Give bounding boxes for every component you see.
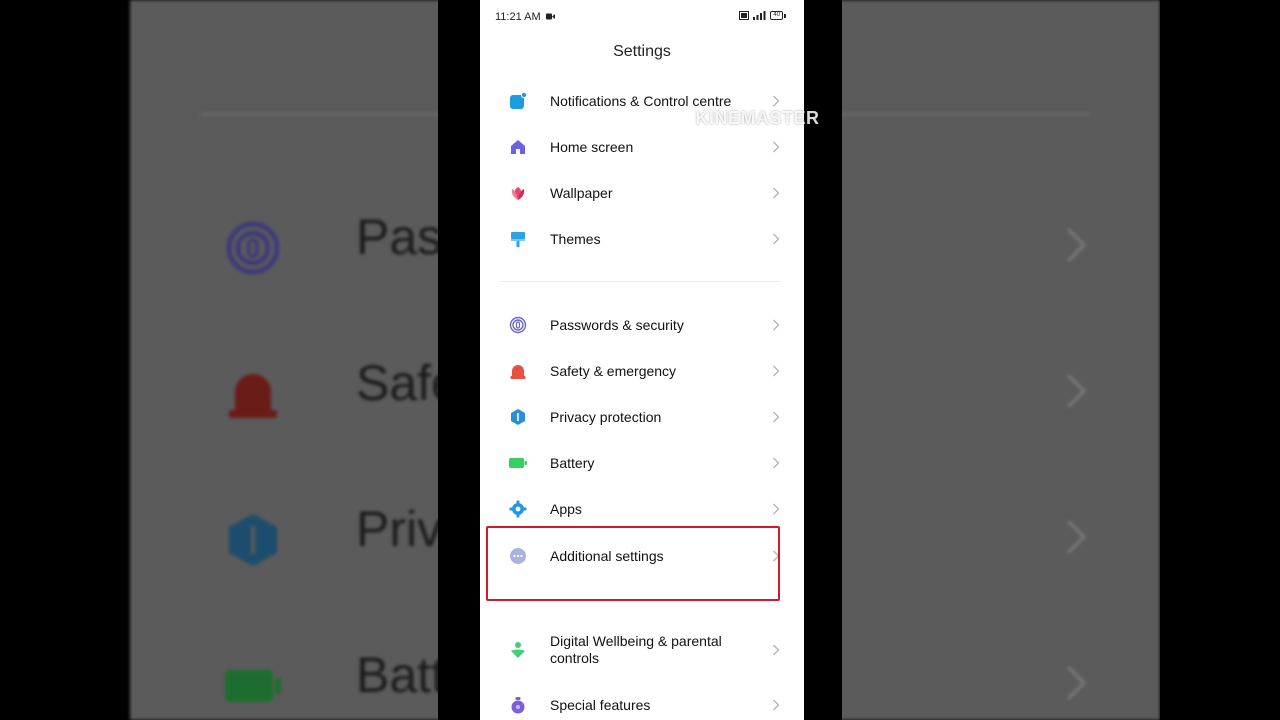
chevron-right-icon (772, 411, 780, 423)
status-icons: 40 (739, 11, 786, 20)
chevron-right-icon (772, 141, 780, 153)
wellbeing-icon (511, 642, 525, 658)
settings-item-label: Apps (550, 500, 582, 517)
watermark: KINEMASTER (690, 20, 825, 140)
background-chevron-right-icon (1066, 227, 1087, 263)
watermark-text: KINEMASTER (695, 108, 820, 128)
background-chevron-right-icon (1066, 665, 1087, 701)
chevron-right-icon (772, 457, 780, 469)
kinemaster-logo-icon (719, 24, 795, 100)
themes-icon (511, 232, 525, 247)
background-battery-icon (225, 670, 281, 702)
video-camera-icon (546, 13, 555, 20)
chevron-right-icon (772, 365, 780, 377)
settings-item-label: Home screen (550, 138, 634, 155)
wallpaper-icon (511, 187, 525, 200)
settings-item-privacy-protection[interactable]: Privacy protection (480, 394, 804, 440)
black-bar-left (438, 0, 480, 720)
background-chevron-right-icon (1066, 519, 1087, 555)
signal-icon (753, 11, 766, 20)
battery-tip (784, 13, 786, 18)
chevron-right-icon (772, 699, 780, 711)
settings-item-passwords-security[interactable]: Passwords & security (480, 302, 804, 348)
section-divider (500, 281, 782, 282)
home-icon (511, 140, 525, 154)
chevron-right-icon (772, 187, 780, 199)
settings-item-label: Battery (550, 454, 595, 471)
settings-item-label: Special features (550, 696, 651, 713)
chevron-right-icon (772, 644, 780, 656)
status-time: 11:21 AM (495, 11, 541, 23)
settings-item-digital-wellbeing[interactable]: Digital Wellbeing & parental controls (480, 627, 804, 673)
battery-indicator: 40 (770, 11, 786, 20)
settings-item-label: Wallpaper (550, 184, 613, 201)
highlight-box (486, 526, 780, 601)
battery-icon (509, 458, 527, 468)
chevron-right-icon (772, 503, 780, 515)
siren-icon (510, 365, 526, 379)
sim-icon (739, 11, 750, 20)
chevron-right-icon (772, 233, 780, 245)
settings-item-special-features[interactable]: Special features (480, 682, 804, 720)
settings-item-wallpaper[interactable]: Wallpaper (480, 170, 804, 216)
settings-item-themes[interactable]: Themes (480, 216, 804, 262)
background-siren-icon (229, 374, 277, 418)
privacy-icon (511, 409, 525, 425)
background-row-text: Priv (356, 501, 443, 557)
battery-level: 40 (770, 11, 783, 20)
settings-item-label: Passwords & security (550, 316, 684, 333)
settings-item-battery[interactable]: Battery (480, 440, 804, 486)
background-row-text: Batt (356, 647, 445, 703)
background-privacy-icon (229, 514, 277, 566)
special-features-icon (511, 697, 525, 714)
settings-item-label: Privacy protection (550, 408, 662, 425)
black-border-left (0, 0, 130, 720)
black-border-right (1160, 0, 1280, 720)
gear-icon (509, 500, 527, 518)
notifications-icon (510, 92, 527, 109)
background-chevron-right-icon (1066, 373, 1087, 409)
fingerprint-icon (509, 316, 527, 334)
settings-item-label: Themes (550, 230, 601, 247)
background-fingerprint-icon (226, 221, 280, 275)
settings-item-label: Safety & emergency (550, 362, 677, 379)
chevron-right-icon (772, 319, 780, 331)
settings-item-safety-emergency[interactable]: Safety & emergency (480, 348, 804, 394)
settings-item-label: Digital Wellbeing & parental controls (550, 633, 722, 666)
